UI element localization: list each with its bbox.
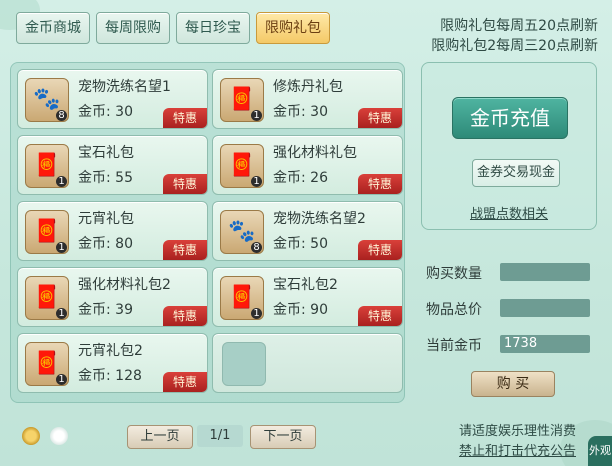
item-name: 宝石礼包 xyxy=(78,145,134,161)
item-price: 金币: 30 xyxy=(273,104,328,120)
sale-badge: 特惠 xyxy=(163,306,207,326)
tab-weekly-limit[interactable]: 每周限购 xyxy=(96,12,170,44)
item-quantity: 8 xyxy=(251,242,262,253)
item-card[interactable]: 🧧 1 宝石礼包2 金币: 90 特惠 xyxy=(212,267,403,327)
page-indicator: 1/1 xyxy=(197,425,243,447)
refresh-notice: 限购礼包每周五20点刷新 限购礼包2每周三20点刷新 xyxy=(431,16,598,56)
item-price: 金币: 30 xyxy=(78,104,133,120)
sale-badge: 特惠 xyxy=(163,372,207,392)
tab-gold-mall[interactable]: 金币商城 xyxy=(16,12,90,44)
item-name: 强化材料礼包2 xyxy=(78,277,171,293)
magnifier-icon[interactable] xyxy=(22,427,40,445)
item-price: 金币: 26 xyxy=(273,170,328,186)
sale-badge: 特惠 xyxy=(358,174,402,194)
item-price: 金币: 55 xyxy=(78,170,133,186)
sale-badge: 特惠 xyxy=(163,240,207,260)
total-price-label: 物品总价 xyxy=(426,302,482,318)
tab-bar: 金币商城 每周限购 每日珍宝 限购礼包 xyxy=(16,12,330,44)
item-icon: 🧧 1 xyxy=(25,210,69,254)
item-card[interactable]: 🧧 1 宝石礼包 金币: 55 特惠 xyxy=(17,135,208,195)
empty-slot-placeholder xyxy=(222,342,266,386)
current-gold-label: 当前金币 xyxy=(426,338,482,354)
item-quantity: 1 xyxy=(56,242,67,253)
item-price: 金币: 80 xyxy=(78,236,133,252)
item-card[interactable]: 🧧 1 强化材料礼包2 金币: 39 特惠 xyxy=(17,267,208,327)
item-card[interactable]: 🧧 1 元宵礼包 金币: 80 特惠 xyxy=(17,201,208,261)
sale-badge: 特惠 xyxy=(163,108,207,128)
item-quantity: 1 xyxy=(251,176,262,187)
items-panel: 🐾 8 宠物洗练名望1 金币: 30 特惠 🧧 1 修炼丹礼包 金币: 30 特… xyxy=(10,62,405,403)
item-price: 金币: 90 xyxy=(273,302,328,318)
item-name: 宝石礼包2 xyxy=(273,277,338,293)
rational-spending-text: 请适度娱乐理性消费 xyxy=(458,424,576,439)
sale-badge: 特惠 xyxy=(358,306,402,326)
item-name: 修炼丹礼包 xyxy=(273,79,343,95)
item-quantity: 1 xyxy=(251,110,262,121)
gold-recharge-button[interactable]: 金币充值 xyxy=(452,97,568,139)
anti-proxy-recharge-link[interactable]: 禁止和打击代充公告 xyxy=(459,440,576,459)
item-name: 宠物洗练名望2 xyxy=(273,211,366,227)
voucher-exchange-button[interactable]: 金券交易现金 xyxy=(472,159,560,187)
item-price: 金币: 39 xyxy=(78,302,133,318)
recharge-panel: 金币充值 金券交易现金 战盟点数相关 xyxy=(421,62,597,230)
item-icon: 🧧 1 xyxy=(220,144,264,188)
appearance-corner-icon[interactable]: 外观 xyxy=(588,436,612,466)
item-card[interactable]: 🐾 8 宠物洗练名望2 金币: 50 特惠 xyxy=(212,201,403,261)
item-name: 元宵礼包2 xyxy=(78,343,143,359)
quantity-label: 购买数量 xyxy=(426,266,482,282)
item-card[interactable]: 🧧 1 元宵礼包2 金币: 128 特惠 xyxy=(17,333,208,393)
sale-badge: 特惠 xyxy=(358,108,402,128)
item-name: 强化材料礼包 xyxy=(273,145,357,161)
notice-line: 限购礼包2每周三20点刷新 xyxy=(431,38,598,54)
item-card[interactable]: 🧧 1 强化材料礼包 金币: 26 特惠 xyxy=(212,135,403,195)
pearl-icon[interactable] xyxy=(50,427,68,445)
total-price-field xyxy=(500,299,590,317)
item-price: 金币: 128 xyxy=(78,368,142,384)
item-card[interactable]: 🐾 8 宠物洗练名望1 金币: 30 特惠 xyxy=(17,69,208,129)
item-icon: 🐾 8 xyxy=(25,78,69,122)
buy-button[interactable]: 购 买 xyxy=(471,371,555,397)
item-card[interactable]: 🧧 1 修炼丹礼包 金币: 30 特惠 xyxy=(212,69,403,129)
item-icon: 🧧 1 xyxy=(220,78,264,122)
empty-slot xyxy=(212,333,403,393)
item-icon: 🧧 1 xyxy=(220,276,264,320)
prev-page-button[interactable]: 上一页 xyxy=(127,425,193,449)
item-icon: 🧧 1 xyxy=(25,144,69,188)
tab-daily-treasure[interactable]: 每日珍宝 xyxy=(176,12,250,44)
quantity-input[interactable] xyxy=(500,263,590,281)
item-quantity: 1 xyxy=(56,374,67,385)
item-icon: 🧧 1 xyxy=(25,342,69,386)
next-page-button[interactable]: 下一页 xyxy=(250,425,316,449)
item-quantity: 1 xyxy=(251,308,262,319)
sale-badge: 特惠 xyxy=(358,240,402,260)
item-quantity: 8 xyxy=(56,110,67,121)
item-quantity: 1 xyxy=(56,176,67,187)
shop-window: 金币商城 每周限购 每日珍宝 限购礼包 限购礼包每周五20点刷新 限购礼包2每周… xyxy=(0,0,612,466)
item-icon: 🧧 1 xyxy=(25,276,69,320)
item-price: 金币: 50 xyxy=(273,236,328,252)
item-name: 元宵礼包 xyxy=(78,211,134,227)
item-icon: 🐾 8 xyxy=(220,210,264,254)
notice-line: 限购礼包每周五20点刷新 xyxy=(440,18,598,34)
sale-badge: 特惠 xyxy=(163,174,207,194)
alliance-points-link[interactable]: 战盟点数相关 xyxy=(422,203,596,222)
item-quantity: 1 xyxy=(56,308,67,319)
current-gold-field: 1738 xyxy=(500,335,590,353)
tab-limited-gift[interactable]: 限购礼包 xyxy=(256,12,330,44)
item-name: 宠物洗练名望1 xyxy=(78,79,171,95)
